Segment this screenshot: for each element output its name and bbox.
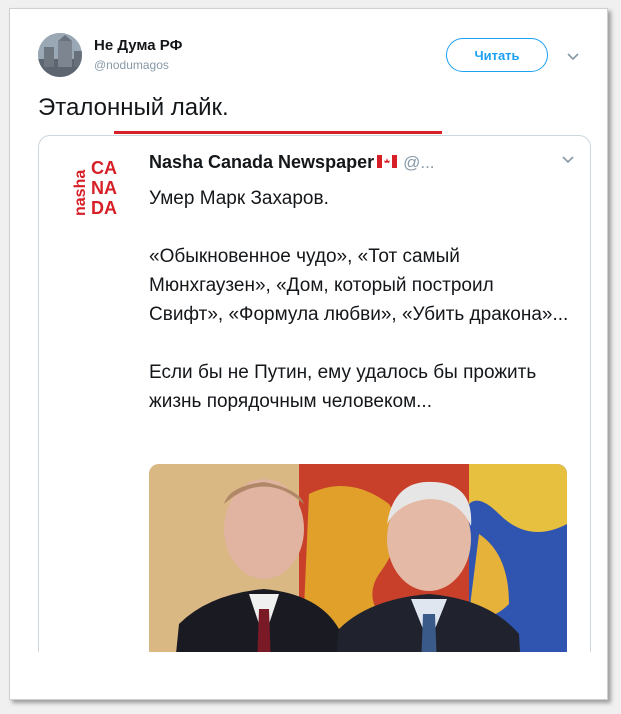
- quoted-paragraph-2: «Обыкновенное чудо», «Тот самый Мюнхгауз…: [149, 246, 569, 325]
- tweet-text: Эталонный лайк.: [38, 94, 229, 121]
- quoted-tweet[interactable]: nasha CA NA DA Nasha Canada Newspaper @..…: [38, 135, 591, 699]
- quoted-paragraph-3: Если бы не Путин, ему удалось бы прожить…: [149, 362, 537, 412]
- svg-text:nasha: nasha: [72, 170, 89, 216]
- tweet-header: Не Дума РФ @nodumagos Читать: [10, 9, 607, 89]
- user-name[interactable]: Не Дума РФ: [94, 37, 182, 54]
- nasha-canada-logo: nasha CA NA DA: [71, 146, 131, 226]
- bottom-crop: [10, 652, 607, 699]
- quoted-name-text: Nasha Canada Newspaper: [149, 152, 375, 172]
- quoted-handle: @...: [403, 153, 435, 172]
- tweet-card: Не Дума РФ @nodumagos Читать Эталонный л…: [9, 8, 608, 700]
- quoted-user-name[interactable]: Nasha Canada Newspaper @...: [149, 152, 435, 173]
- follow-button[interactable]: Читать: [446, 38, 548, 72]
- avatar[interactable]: [38, 33, 82, 77]
- canada-flag-icon: [377, 154, 398, 168]
- user-handle[interactable]: @nodumagos: [94, 58, 169, 72]
- chevron-down-icon[interactable]: [562, 152, 574, 167]
- quoted-line1: Умер Марк Захаров.: [149, 188, 329, 209]
- svg-text:DA: DA: [91, 198, 117, 218]
- svg-text:NA: NA: [91, 178, 117, 198]
- quoted-text: Умер Марк Захаров. «Обыкновенное чудо», …: [149, 184, 569, 416]
- chevron-down-icon[interactable]: [567, 49, 579, 64]
- svg-text:CA: CA: [91, 158, 117, 178]
- red-divider: [114, 131, 442, 134]
